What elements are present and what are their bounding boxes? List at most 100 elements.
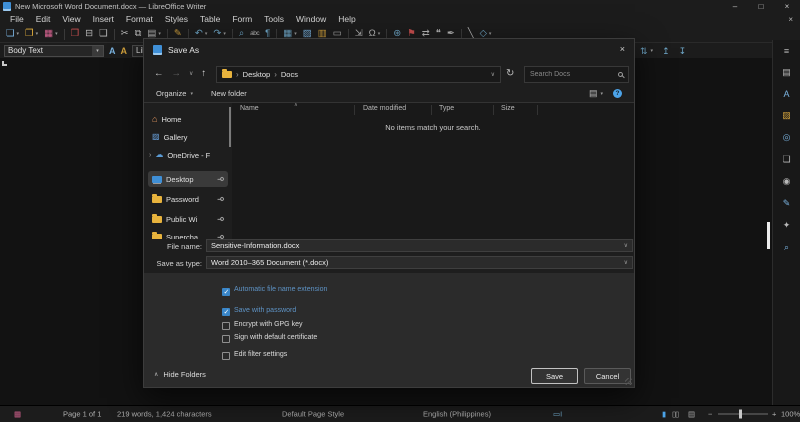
search-input[interactable] [530, 71, 615, 78]
sidebar-item-desktop[interactable]: Desktop [148, 171, 228, 187]
column-separator[interactable] [431, 105, 432, 115]
styles-icon[interactable]: A [783, 89, 789, 99]
line-spacing-dropdown-icon[interactable]: ▾ [651, 48, 654, 54]
checkbox-sign-certificate[interactable] [222, 335, 230, 343]
print-preview-icon[interactable]: ❑ [99, 29, 108, 39]
gallery-icon[interactable]: ▨ [782, 110, 791, 121]
sidebar-item-gallery[interactable]: ▨ Gallery [148, 129, 228, 145]
breadcrumb-docs[interactable]: Docs [281, 70, 298, 79]
menu-form[interactable]: Form [226, 13, 258, 26]
zoom-out-icon[interactable]: − [708, 410, 712, 419]
column-separator[interactable] [537, 105, 538, 115]
chevron-down-icon[interactable]: ▾ [92, 46, 103, 56]
forward-icon[interactable]: → [172, 68, 182, 79]
zoom-slider-thumb[interactable] [739, 410, 742, 419]
address-dropdown-icon[interactable]: ∨ [491, 71, 495, 78]
organize-dropdown-icon[interactable]: ▾ [190, 91, 193, 97]
recent-locations-icon[interactable]: ∨ [189, 70, 193, 77]
page-count[interactable]: Page 1 of 1 [63, 410, 101, 419]
print-icon[interactable]: ⊟ [85, 29, 93, 39]
insert-symbol-dropdown-icon[interactable]: ▾ [378, 31, 381, 37]
breadcrumb-chevron-icon[interactable]: › [274, 70, 277, 79]
navigator-icon[interactable]: ◎ [783, 132, 791, 143]
new-document-icon[interactable]: ❏ [6, 29, 15, 39]
file-name-dropdown-icon[interactable]: ∨ [624, 242, 628, 249]
view-options-dropdown-icon[interactable]: ▾ [600, 91, 603, 97]
redo-dropdown-icon[interactable]: ▾ [223, 31, 226, 37]
resize-grip[interactable] [625, 378, 632, 385]
column-header-type[interactable]: Type [439, 105, 454, 112]
page-icon[interactable]: ❏ [782, 154, 790, 165]
menu-tools[interactable]: Tools [258, 13, 290, 26]
cut-icon[interactable]: ✂ [121, 29, 129, 39]
menu-edit[interactable]: Edit [30, 13, 57, 26]
text-language[interactable]: English (Philippines) [423, 410, 491, 419]
back-icon[interactable]: ← [154, 68, 164, 79]
sidebar-item-home[interactable]: ⌂ Home [148, 111, 228, 127]
sidebar-item-supercha[interactable]: Supercha [148, 229, 228, 239]
close-document-icon[interactable]: × [788, 15, 793, 24]
column-separator[interactable] [493, 105, 494, 115]
breadcrumb-desktop[interactable]: Desktop [243, 70, 271, 79]
dialog-close-icon[interactable]: × [620, 44, 625, 54]
new-folder-button[interactable]: New folder [211, 89, 247, 98]
refresh-icon[interactable]: ↻ [506, 68, 514, 79]
menu-table[interactable]: Table [194, 13, 226, 26]
sidebar-item-public-wi[interactable]: Public Wi [148, 211, 228, 227]
checkbox-edit-filter[interactable] [222, 352, 230, 360]
checkbox-encrypt-gpg[interactable] [222, 322, 230, 330]
increase-paragraph-spacing-icon[interactable]: ↥ [662, 46, 670, 57]
column-header-date-modified[interactable]: Date modified [363, 105, 406, 112]
minimize-button[interactable]: – [722, 0, 748, 13]
export-pdf-icon[interactable]: ❒ [71, 29, 80, 39]
view-options-icon[interactable]: ▤ [589, 88, 598, 99]
checkbox-label[interactable]: Automatic file name extension [234, 286, 346, 295]
copy-icon[interactable]: ⧉ [135, 29, 142, 39]
checkbox-label[interactable]: Encrypt with GPG key [234, 321, 346, 330]
expand-chevron-icon[interactable]: › [149, 152, 151, 159]
properties-icon[interactable]: ▤ [782, 67, 791, 78]
save-icon[interactable]: ▦ [44, 29, 53, 39]
menu-window[interactable]: Window [290, 13, 332, 26]
selection-mode-icon[interactable]: ▭I [553, 410, 562, 419]
up-icon[interactable]: ↑ [201, 68, 206, 79]
line-spacing-icon[interactable]: ⇅ [640, 46, 648, 57]
manage-changes-icon[interactable]: ✎ [783, 198, 791, 209]
column-header-size[interactable]: Size [501, 105, 515, 112]
zoom-level[interactable]: 100% [781, 410, 800, 419]
checkbox-save-with-password[interactable] [222, 308, 230, 316]
new-document-dropdown-icon[interactable]: ▾ [17, 31, 20, 37]
sidebar-item-password[interactable]: Password [148, 191, 228, 207]
save-as-type-dropdown-icon[interactable]: ∨ [624, 259, 628, 266]
view-book-icon[interactable]: ▤ [688, 410, 695, 419]
paste-dropdown-icon[interactable]: ▾ [158, 31, 161, 37]
basic-shapes-dropdown-icon[interactable]: ▾ [489, 31, 492, 37]
view-multi-page-icon[interactable]: ▯▯ [672, 410, 678, 419]
new-style-icon[interactable]: A [121, 46, 128, 56]
menu-insert[interactable]: Insert [87, 13, 120, 26]
update-style-icon[interactable]: A [109, 46, 116, 56]
page-style[interactable]: Default Page Style [282, 410, 344, 419]
help-icon[interactable]: ? [613, 89, 622, 98]
insert-table-dropdown-icon[interactable]: ▾ [294, 31, 297, 37]
open-dropdown-icon[interactable]: ▾ [36, 31, 39, 37]
document-modified-icon[interactable]: ▦ [14, 410, 21, 419]
menu-help[interactable]: Help [332, 13, 361, 26]
paragraph-style-combo[interactable]: Body Text ▾ [4, 45, 104, 57]
file-name-input[interactable]: Sensitive-Information.docx ∨ [206, 239, 633, 252]
zoom-slider-track[interactable] [718, 414, 768, 415]
decrease-paragraph-spacing-icon[interactable]: ↧ [679, 46, 687, 57]
save-as-type-select[interactable]: Word 2010–365 Document (*.docx) ∨ [206, 256, 633, 269]
organize-button[interactable]: Organize [156, 89, 186, 98]
menu-styles[interactable]: Styles [159, 13, 194, 26]
word-count[interactable]: 219 words, 1,424 characters [117, 410, 212, 419]
save-dropdown-icon[interactable]: ▾ [55, 31, 58, 37]
view-single-page-icon[interactable]: ▮ [662, 410, 666, 419]
column-separator[interactable] [354, 105, 355, 115]
spelling-icon[interactable]: abc [250, 31, 259, 38]
hide-folders-button[interactable]: ∧ Hide Folders [154, 370, 206, 379]
cancel-button[interactable]: Cancel [584, 368, 631, 384]
save-button[interactable]: Save [531, 368, 578, 384]
design-icon[interactable]: ✦ [783, 220, 791, 231]
sidebar-settings-icon[interactable]: ≡ [784, 46, 789, 56]
